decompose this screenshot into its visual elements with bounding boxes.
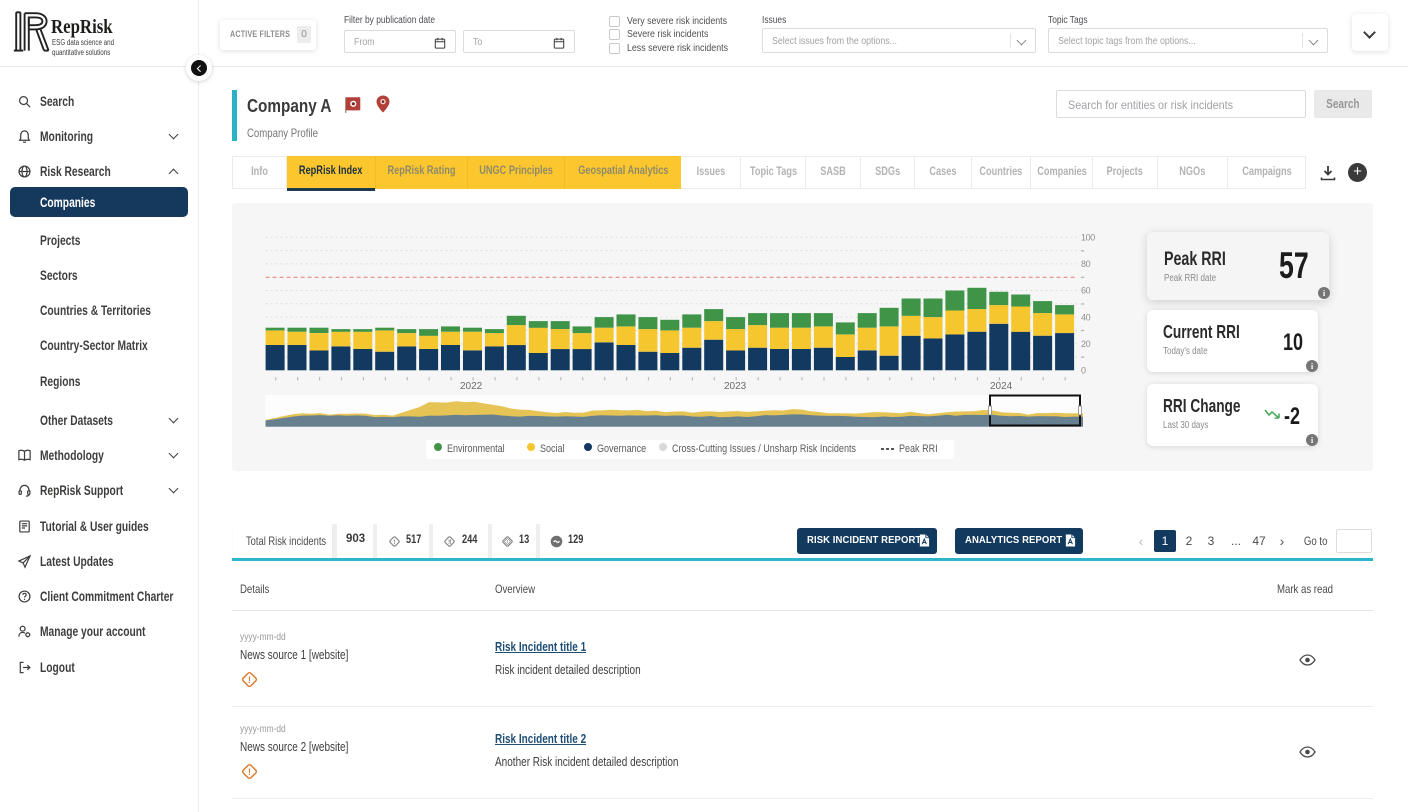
svg-text:2023: 2023 [724, 381, 747, 392]
svg-text:60: 60 [1081, 286, 1091, 296]
svg-text:2024: 2024 [990, 381, 1013, 392]
svg-text:!: ! [248, 767, 251, 777]
svg-text:!: ! [393, 539, 395, 546]
svg-text:100: 100 [1081, 233, 1095, 243]
svg-text:2022: 2022 [460, 381, 483, 392]
svg-text:40: 40 [1081, 312, 1091, 322]
svg-text:!: ! [248, 675, 251, 685]
svg-text:0: 0 [1081, 366, 1086, 376]
svg-text:20: 20 [1081, 339, 1091, 349]
svg-text:80: 80 [1081, 259, 1091, 269]
